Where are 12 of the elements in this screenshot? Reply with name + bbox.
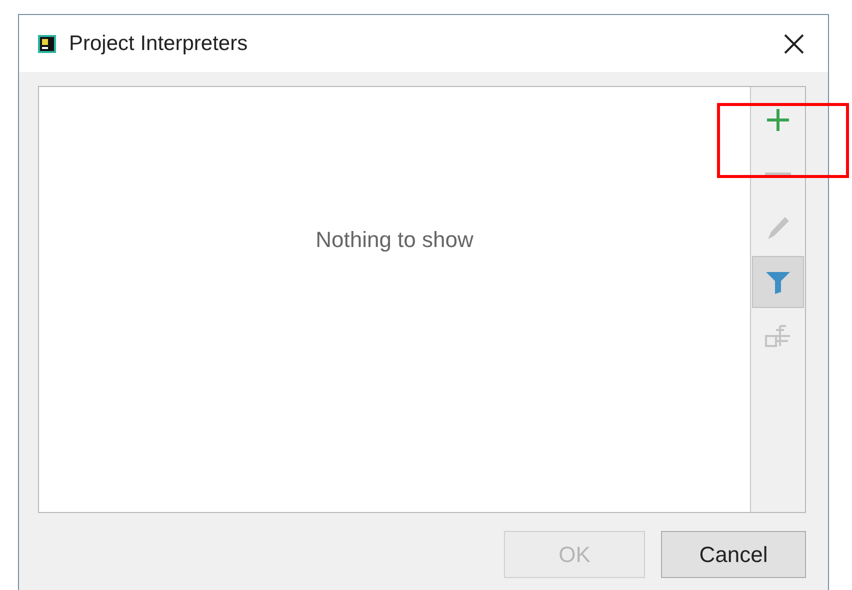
- pencil-icon: [765, 215, 791, 241]
- close-icon: [783, 32, 805, 54]
- filter-icon: [765, 269, 791, 295]
- tree-icon: [764, 322, 792, 350]
- plus-icon: [765, 107, 791, 133]
- dialog-button[interactable]: Cancel: [661, 531, 806, 578]
- app-icon: [37, 34, 57, 54]
- window-title: Project Interpreters: [69, 30, 248, 57]
- empty-message: Nothing to show: [316, 226, 474, 254]
- interpreter-list[interactable]: Nothing to show: [38, 86, 806, 513]
- filter-button[interactable]: [752, 256, 804, 308]
- minus-icon: [765, 172, 791, 176]
